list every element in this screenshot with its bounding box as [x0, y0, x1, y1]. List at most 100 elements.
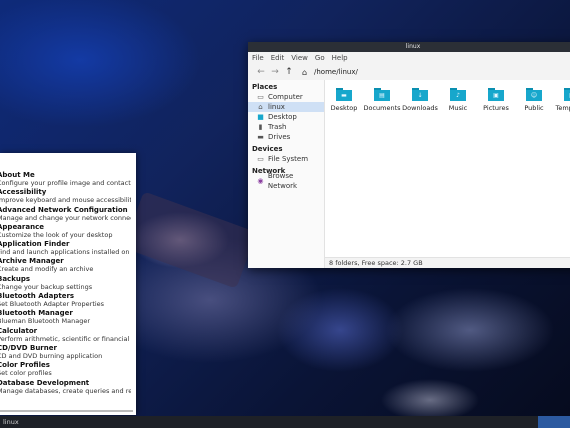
list-item-title: Bluetooth Manager: [0, 309, 73, 318]
sidebar-item-desktop[interactable]: ■ Desktop: [248, 112, 324, 122]
list-item-desc: CD and DVD burning application: [0, 351, 103, 360]
location-bar[interactable]: ⌂ /home/linux/: [302, 68, 358, 77]
folder-templates[interactable]: ▧ Templates: [553, 88, 570, 112]
sidebar-item-file-system[interactable]: ▭ File System: [248, 154, 324, 164]
sidebar-item-label: linux: [268, 103, 285, 111]
file-manager-window[interactable]: linux File Edit View Go Help ← → ↑ ⌂ /ho…: [248, 42, 570, 268]
sidebar-item-browse-network[interactable]: ◉ Browse Network: [248, 172, 324, 190]
list-item[interactable]: Bluetooth Manager Blueman Bluetooth Mana…: [0, 309, 136, 326]
network-icon: ◉: [257, 177, 264, 185]
list-item-title: About Me: [0, 171, 35, 179]
list-item-desc: Create and modify an archive: [0, 265, 94, 274]
menu-edit[interactable]: Edit: [271, 54, 285, 62]
settings-list[interactable]: About Me Configure your profile image an…: [0, 171, 136, 396]
list-item-desc: Improve keyboard and mouse accessibility: [0, 196, 131, 205]
sidebar-item-trash[interactable]: ▮ Trash: [248, 122, 324, 132]
folder-icon: ▣: [488, 88, 504, 101]
horizontal-scrollbar[interactable]: [0, 410, 133, 412]
sidebar-header-places: Places: [252, 83, 278, 91]
file-manager-body: Places ▭ Computer ⌂ linux ■ Desktop ▮ Tr…: [248, 80, 570, 268]
list-item-desc: Configure your profile image and contact…: [0, 179, 131, 187]
folder-desktop[interactable]: ▬ Desktop: [325, 88, 363, 112]
list-item-desc: Set Bluetooth Adapter Properties: [0, 300, 105, 309]
sidebar-item-linux[interactable]: ⌂ linux: [248, 102, 324, 112]
folder-label: Desktop: [330, 104, 358, 112]
folder-label: Documents: [363, 104, 401, 112]
status-bar: 8 folders, Free space: 2.7 GB: [325, 257, 570, 268]
list-item[interactable]: Appearance Customize the look of your de…: [0, 223, 136, 240]
up-arrow-icon[interactable]: ↑: [282, 67, 296, 77]
menu-help[interactable]: Help: [332, 54, 348, 62]
folder-label: Pictures: [483, 104, 509, 112]
list-item-desc: Find and launch applications installed o…: [0, 248, 131, 257]
list-item-desc: Manage and change your network connectio…: [0, 213, 131, 222]
folder-documents[interactable]: ▤ Documents: [363, 88, 401, 112]
folder-downloads[interactable]: ↓ Downloads: [401, 88, 439, 112]
list-item[interactable]: Bluetooth Adapters Set Bluetooth Adapter…: [0, 292, 136, 309]
drives-icon: ▬: [257, 133, 264, 141]
forward-arrow-icon[interactable]: →: [268, 67, 282, 77]
back-arrow-icon[interactable]: ←: [254, 67, 268, 77]
menubar: File Edit View Go Help: [248, 52, 570, 64]
sidebar-item-label: File System: [268, 155, 309, 163]
sidebar-item-label: Trash: [268, 123, 287, 131]
settings-app-list[interactable]: About Me Configure your profile image an…: [0, 153, 136, 415]
list-item[interactable]: Color Profiles Set color profiles: [0, 361, 136, 378]
folder-icon: ↓: [412, 88, 428, 101]
list-item[interactable]: Archive Manager Create and modify an arc…: [0, 257, 136, 274]
folder-icon: ♪: [450, 88, 466, 101]
taskbar-workspace-indicator[interactable]: [538, 416, 570, 428]
list-item-title: Bluetooth Adapters: [0, 292, 75, 301]
taskbar-item-linux[interactable]: linux: [0, 416, 63, 428]
folder-view[interactable]: ▬ Desktop ▤ Documents ↓ Downloads ♪ Musi…: [325, 80, 570, 258]
sidebar-item-label: Computer: [268, 93, 303, 101]
folder-public[interactable]: ☺ Public: [515, 88, 553, 112]
list-item-desc: Change your backup settings: [0, 282, 93, 291]
sidebar-item-drives[interactable]: ▬ Drives: [248, 132, 324, 142]
list-item[interactable]: Advanced Network Configuration Manage an…: [0, 206, 136, 223]
list-item-desc: Perform arithmetic, scientific or financ…: [0, 334, 131, 343]
menu-file[interactable]: File: [252, 54, 264, 62]
list-item-title: Application Finder: [0, 240, 70, 249]
list-item-desc: Blueman Bluetooth Manager: [0, 317, 90, 326]
folder-icon: ▧: [564, 88, 570, 101]
list-item[interactable]: Backups Change your backup settings: [0, 275, 136, 292]
menu-go[interactable]: Go: [315, 54, 325, 62]
computer-icon: ▭: [257, 93, 264, 101]
path-text[interactable]: /home/linux/: [314, 68, 358, 76]
folder-label: Templates: [555, 104, 570, 112]
sidebar-header-devices: Devices: [252, 145, 283, 153]
list-item[interactable]: Application Finder Find and launch appli…: [0, 240, 136, 257]
list-item[interactable]: Database Development Manage databases, c…: [0, 379, 136, 396]
folder-pictures[interactable]: ▣ Pictures: [477, 88, 515, 112]
sidebar-item-computer[interactable]: ▭ Computer: [248, 92, 324, 102]
folder-label: Downloads: [402, 104, 438, 112]
folder-icon: ▬: [336, 88, 352, 101]
trash-icon: ▮: [258, 123, 263, 131]
list-item-title: Appearance: [0, 222, 44, 231]
home-icon: ⌂: [302, 67, 308, 77]
disk-icon: ▭: [257, 155, 264, 163]
list-item-title: Backups: [0, 274, 31, 283]
list-item[interactable]: About Me Configure your profile image an…: [0, 171, 136, 188]
desktop-icon: ■: [257, 113, 264, 121]
folder-icon: ☺: [526, 88, 542, 101]
list-item-desc: Customize the look of your desktop: [0, 230, 113, 239]
sidebar-item-label: Desktop: [268, 113, 297, 121]
list-item-title: Archive Manager: [0, 257, 64, 266]
taskbar: linux: [0, 416, 570, 428]
list-item[interactable]: CD/DVD Burner CD and DVD burning applica…: [0, 344, 136, 361]
list-item-desc: Manage databases, create queries and rep…: [0, 386, 131, 395]
list-item[interactable]: Accessibility Improve keyboard and mouse…: [0, 188, 136, 205]
list-item[interactable]: Calculator Perform arithmetic, scientifi…: [0, 327, 136, 344]
folder-label: Music: [448, 104, 468, 112]
menu-view[interactable]: View: [291, 54, 308, 62]
window-title[interactable]: linux: [248, 42, 570, 52]
sidebar-item-label: Drives: [268, 133, 291, 141]
sidebar-item-label: Browse Network: [267, 172, 298, 190]
list-item-title: Database Development: [0, 378, 90, 387]
list-item-title: Calculator: [0, 326, 38, 335]
folder-music[interactable]: ♪ Music: [439, 88, 477, 112]
home-icon: ⌂: [258, 103, 263, 111]
toolbar: ← → ↑ ⌂ /home/linux/: [248, 64, 570, 81]
